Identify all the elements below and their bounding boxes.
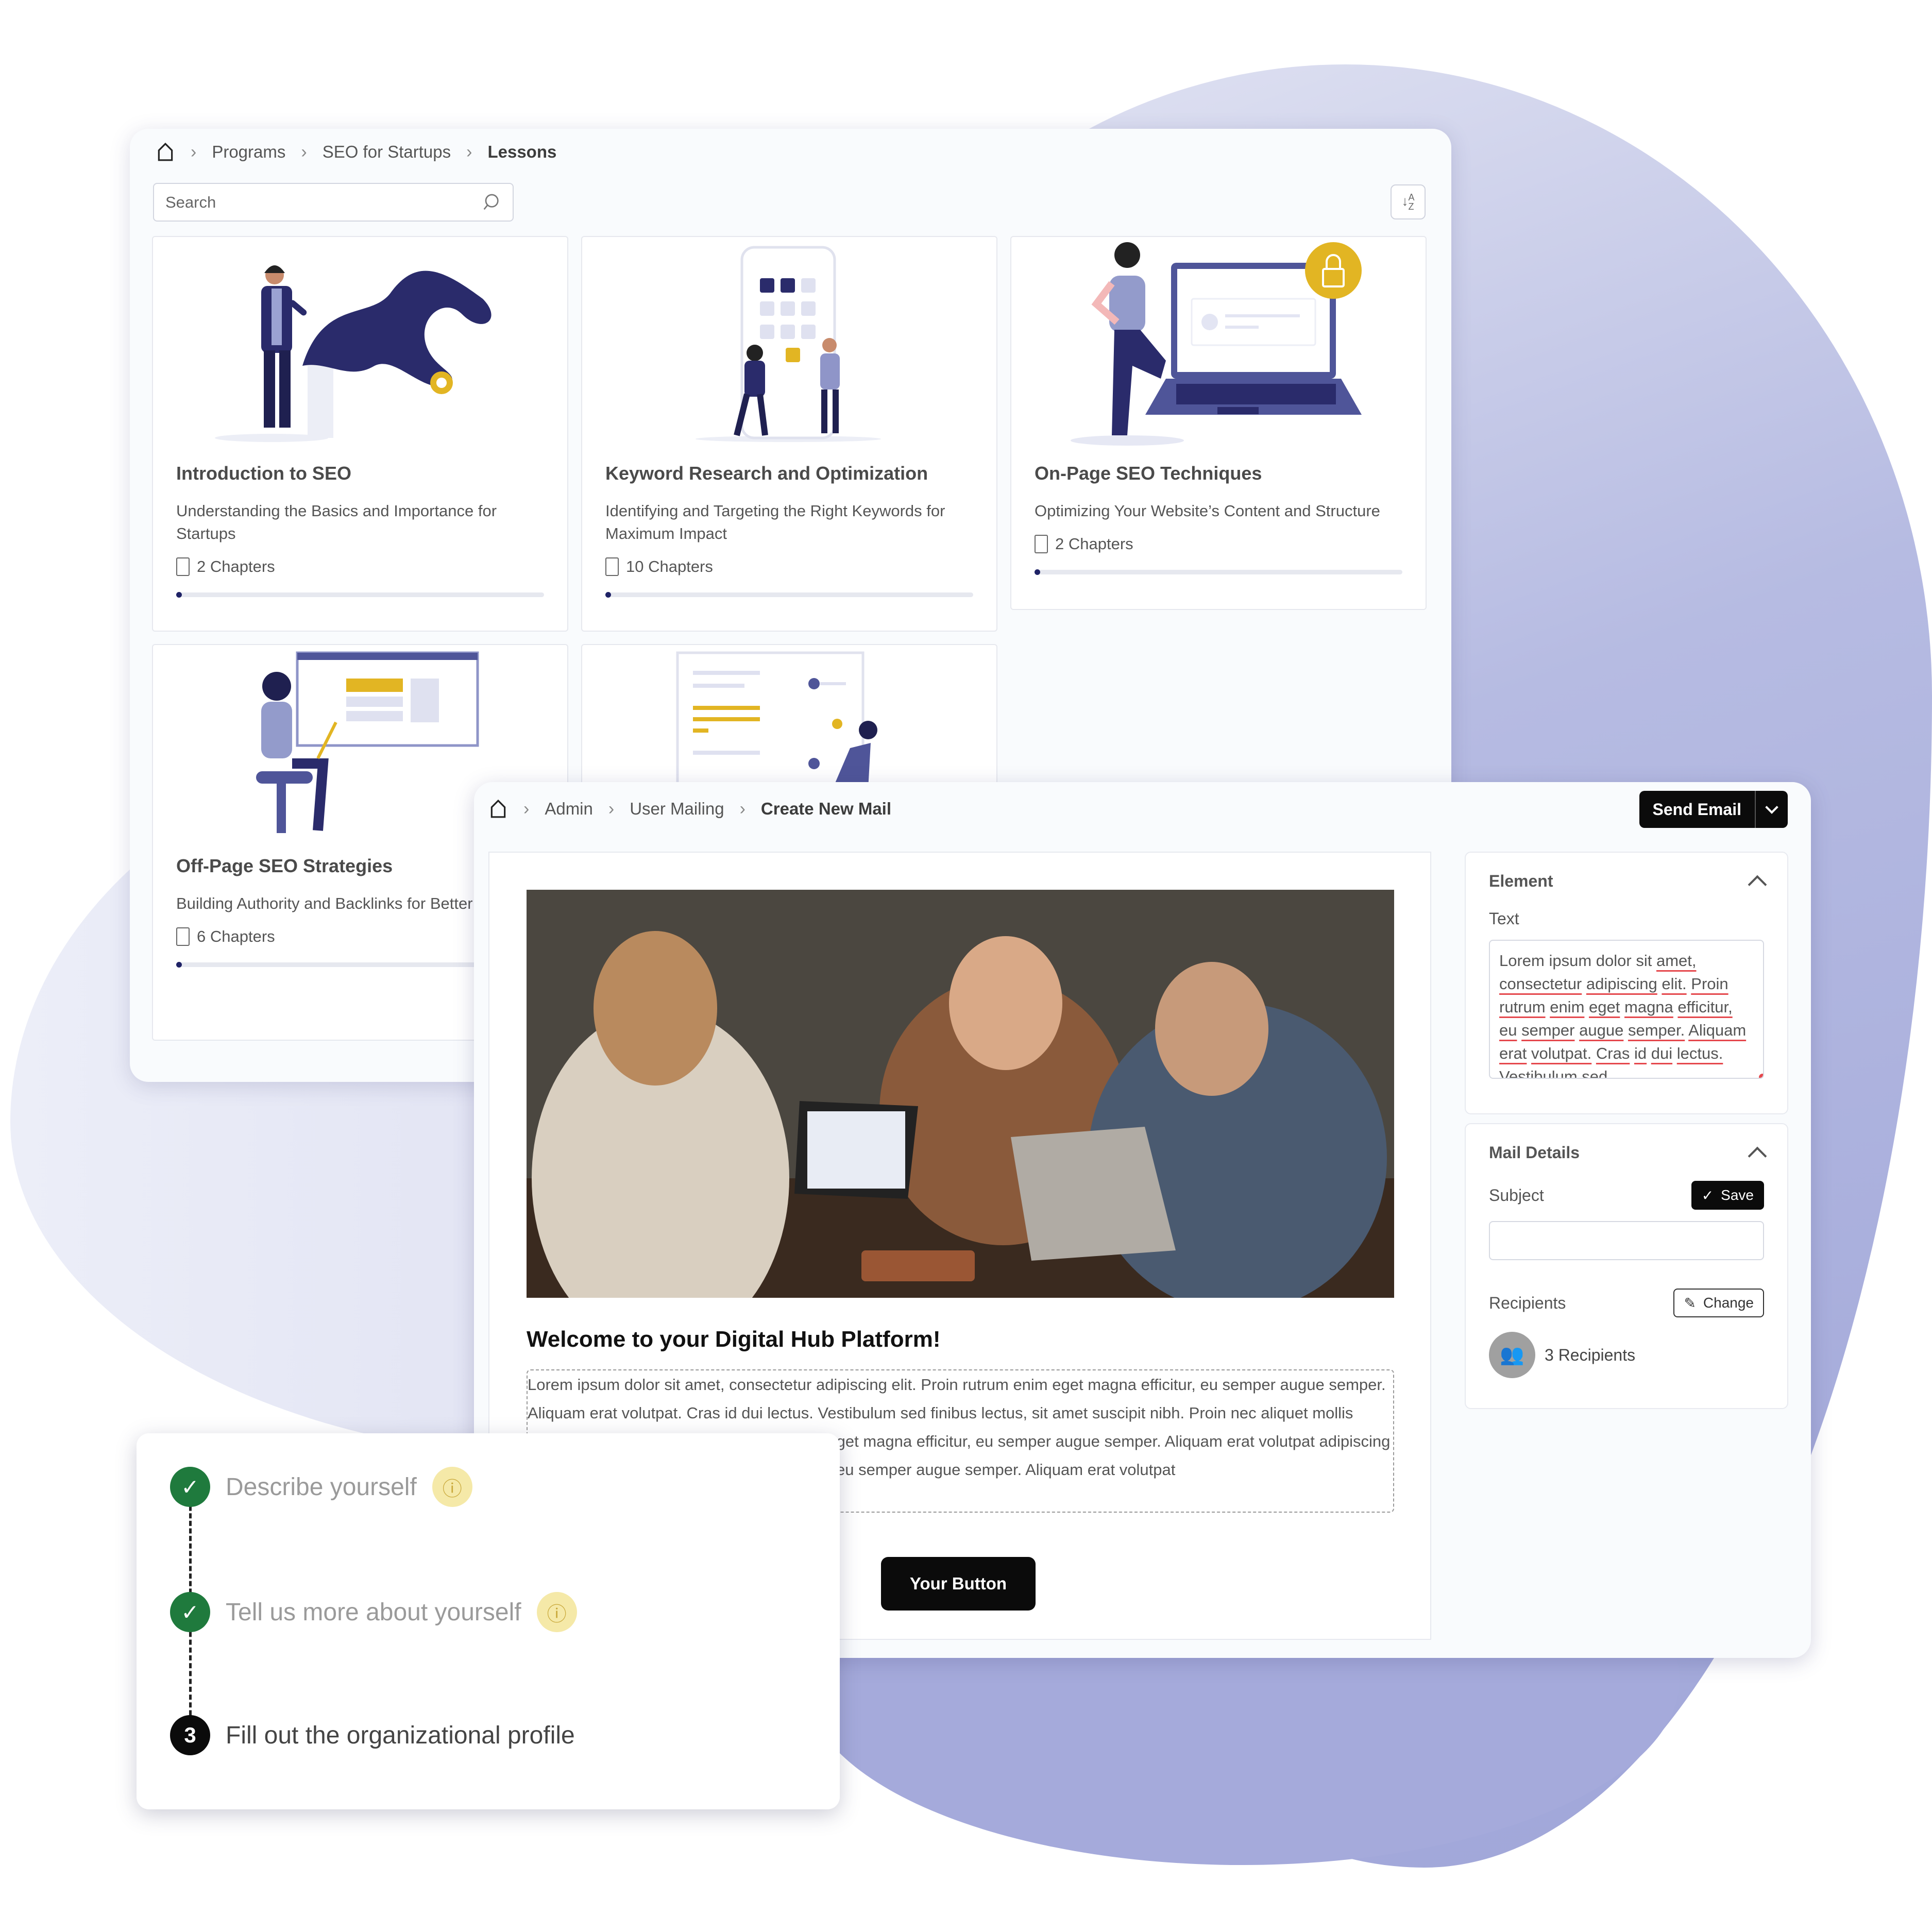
- lesson-description: Understanding the Basics and Importance …: [176, 502, 497, 543]
- element-text-input[interactable]: Lorem ipsum dolor sit amet, consectetur …: [1489, 940, 1764, 1079]
- chevron-up-icon[interactable]: [1748, 875, 1767, 894]
- breadcrumb-user-mailing[interactable]: User Mailing: [630, 799, 724, 819]
- step-label: Describe yourself: [226, 1473, 417, 1501]
- email-heading[interactable]: Welcome to your Digital Hub Platform!: [527, 1327, 940, 1352]
- info-icon[interactable]: ⓘ: [536, 1592, 577, 1632]
- send-options-dropdown[interactable]: [1756, 791, 1788, 828]
- step-connector: [189, 1498, 192, 1601]
- info-icon[interactable]: ⓘ: [432, 1467, 472, 1507]
- breadcrumb-programs[interactable]: Programs: [212, 142, 285, 162]
- progress-fill: [605, 592, 611, 598]
- lesson-title: Keyword Research and Optimization: [605, 463, 928, 484]
- resize-handle[interactable]: [1759, 1074, 1763, 1078]
- lesson-description: Optimizing Your Website’s Content and St…: [1035, 502, 1380, 520]
- pencil-icon: ✎: [1684, 1295, 1696, 1311]
- breadcrumb: › Programs › SEO for Startups › Lessons: [156, 142, 556, 162]
- email-hero-image[interactable]: [527, 890, 1394, 1298]
- breadcrumb-lessons: Lessons: [487, 142, 557, 161]
- sort-button[interactable]: ↓A Z: [1391, 184, 1426, 219]
- text-label: Text: [1489, 909, 1519, 928]
- sort-az-icon: ↓A Z: [1401, 192, 1415, 212]
- chevron-right-icon: ›: [466, 142, 472, 162]
- save-button[interactable]: ✓ Save: [1691, 1181, 1764, 1210]
- check-icon: ✓: [1701, 1187, 1714, 1204]
- step-item[interactable]: ✓ Describe yourself ⓘ: [170, 1467, 472, 1507]
- chevron-up-icon[interactable]: [1748, 1146, 1767, 1166]
- chevron-right-icon: ›: [739, 799, 745, 819]
- breadcrumb-create-new-mail: Create New Mail: [760, 799, 892, 818]
- chapters-count: 2 Chapters: [1055, 535, 1133, 553]
- onboarding-steps-card: ✓ Describe yourself ⓘ ✓ Tell us more abo…: [137, 1433, 840, 1809]
- check-icon: ✓: [170, 1592, 210, 1632]
- chevron-right-icon: ›: [191, 142, 197, 162]
- search-icon[interactable]: [481, 192, 501, 213]
- element-panel-title: Element: [1489, 871, 1553, 890]
- step-label: Tell us more about yourself: [226, 1598, 521, 1626]
- send-email-button[interactable]: Send Email: [1639, 791, 1756, 828]
- lesson-progress-bar: [1035, 569, 1402, 575]
- change-label: Change: [1703, 1295, 1754, 1311]
- lesson-chapters: 2 Chapters: [176, 557, 544, 576]
- step-number: 3: [170, 1715, 210, 1755]
- check-icon: ✓: [170, 1467, 210, 1507]
- home-icon[interactable]: [156, 142, 175, 162]
- progress-fill: [176, 962, 182, 968]
- chevron-right-icon: ›: [523, 799, 530, 819]
- home-icon[interactable]: [488, 799, 508, 819]
- element-panel: Element Text Lorem ipsum dolor sit amet,…: [1465, 852, 1788, 1114]
- change-recipients-button[interactable]: ✎ Change: [1673, 1289, 1764, 1317]
- recipients-summary[interactable]: 👥 3 Recipients: [1466, 1332, 1787, 1378]
- chevron-right-icon: ›: [608, 799, 615, 819]
- document-icon: [1035, 535, 1048, 553]
- lesson-chapters: 10 Chapters: [605, 557, 973, 576]
- document-icon: [605, 557, 619, 576]
- mail-details-panel: Mail Details Subject ✓ Save Recipients ✎…: [1465, 1123, 1788, 1409]
- users-group-icon: 👥: [1489, 1332, 1535, 1378]
- breadcrumb: › Admin › User Mailing › Create New Mail: [488, 799, 891, 819]
- email-cta-button[interactable]: Your Button: [881, 1557, 1036, 1611]
- breadcrumb-seo-for-startups[interactable]: SEO for Startups: [323, 142, 451, 162]
- lesson-progress-bar: [605, 592, 973, 598]
- search-input[interactable]: Search: [153, 183, 514, 222]
- subject-label: Subject: [1489, 1185, 1544, 1205]
- lesson-illustration: [1011, 237, 1426, 459]
- element-text-value: Lorem ipsum dolor sit amet, consectetur …: [1499, 952, 1747, 1079]
- chapters-count: 10 Chapters: [626, 557, 713, 575]
- recipients-count: 3 Recipients: [1545, 1345, 1636, 1364]
- mail-details-title: Mail Details: [1489, 1143, 1580, 1162]
- lesson-illustration: [153, 237, 567, 459]
- document-icon: [176, 557, 190, 576]
- send-email-button-group: Send Email: [1639, 791, 1788, 828]
- chapters-count: 6 Chapters: [197, 927, 275, 945]
- step-label: Fill out the organizational profile: [226, 1721, 575, 1749]
- save-label: Save: [1721, 1187, 1754, 1203]
- lesson-card[interactable]: Introduction to SEO Understanding the Ba…: [152, 236, 568, 632]
- recipients-label: Recipients: [1489, 1293, 1566, 1312]
- chevron-right-icon: ›: [301, 142, 307, 162]
- document-icon: [176, 927, 190, 946]
- lesson-progress-bar: [176, 592, 544, 598]
- lesson-chapters: 2 Chapters: [1035, 535, 1402, 553]
- progress-fill: [176, 592, 182, 598]
- subject-input[interactable]: [1489, 1221, 1764, 1260]
- chapters-count: 2 Chapters: [197, 557, 275, 575]
- progress-fill: [1035, 569, 1040, 575]
- step-item[interactable]: 3 Fill out the organizational profile: [170, 1715, 575, 1755]
- breadcrumb-admin[interactable]: Admin: [545, 799, 593, 819]
- lesson-illustration: [582, 237, 996, 459]
- step-item[interactable]: ✓ Tell us more about yourself ⓘ: [170, 1592, 577, 1632]
- search-placeholder: Search: [165, 193, 216, 211]
- lesson-card[interactable]: On-Page SEO Techniques Optimizing Your W…: [1010, 236, 1427, 610]
- lesson-card[interactable]: Keyword Research and Optimization Identi…: [581, 236, 997, 632]
- lesson-description: Identifying and Targeting the Right Keyw…: [605, 502, 945, 543]
- chevron-down-icon: [1765, 801, 1778, 814]
- lesson-title: Introduction to SEO: [176, 463, 351, 484]
- lesson-title: On-Page SEO Techniques: [1035, 463, 1262, 484]
